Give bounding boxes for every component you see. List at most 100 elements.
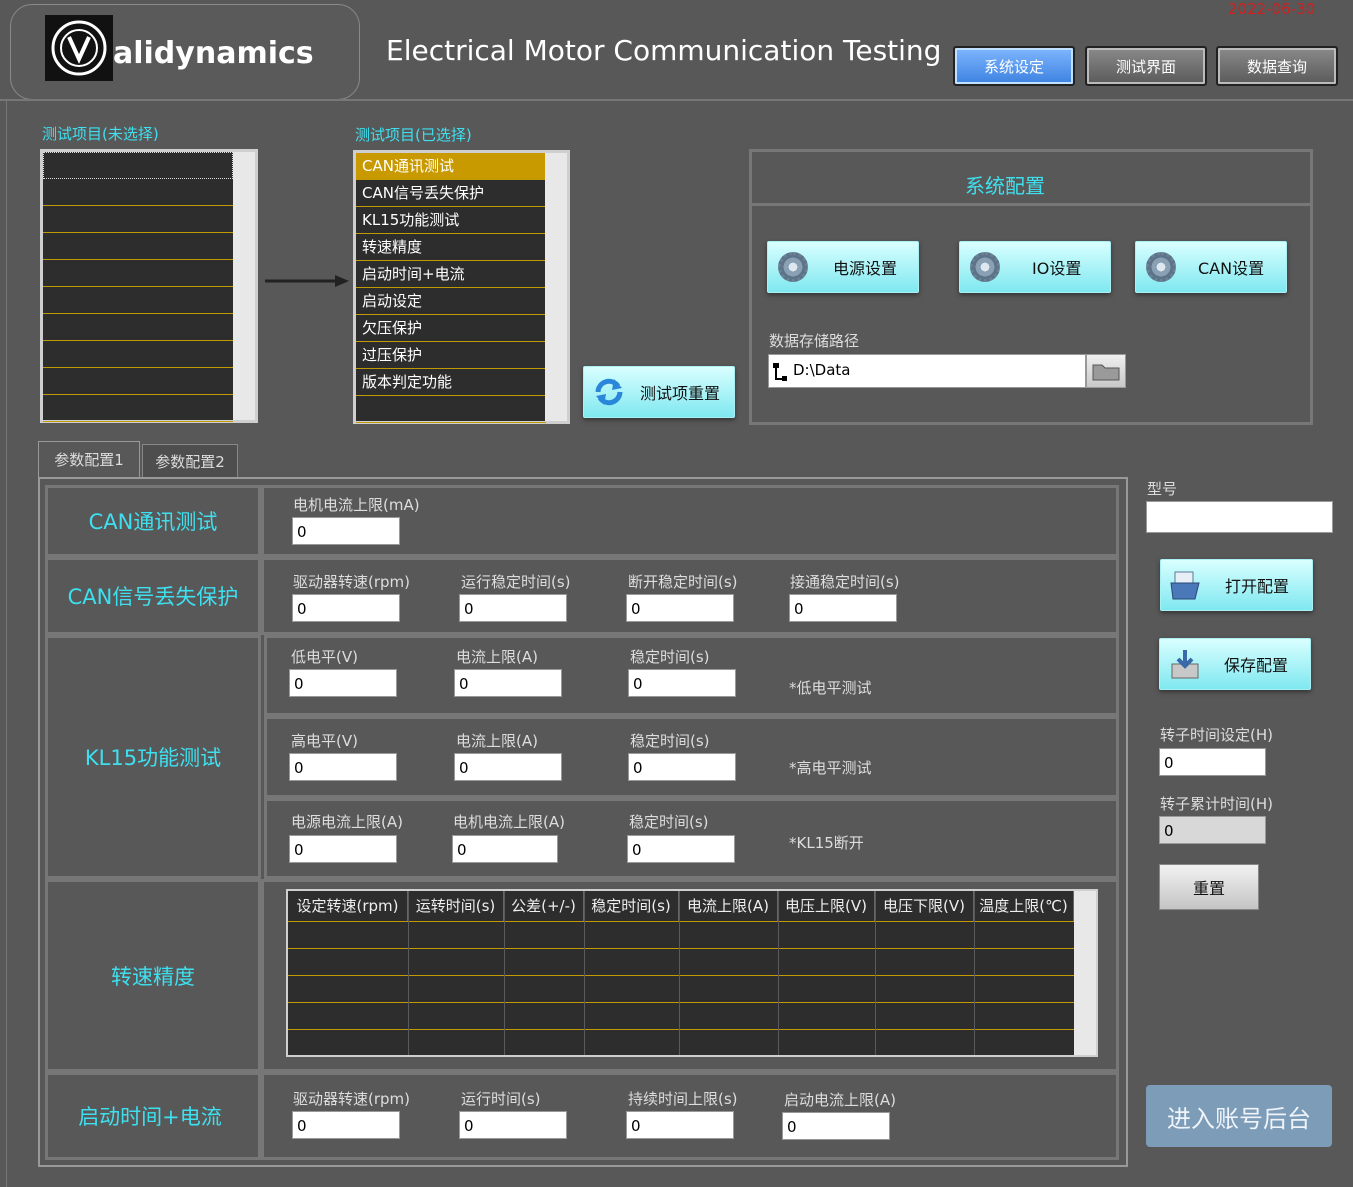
table-header: 温度上限(℃) <box>974 891 1074 921</box>
motor-current-label: 电机电流上限(mA) <box>293 496 420 514</box>
refresh-icon <box>595 378 623 406</box>
low-stable-time-input[interactable]: 0 <box>628 669 736 697</box>
rotor-time-input[interactable]: 0 <box>1159 748 1266 776</box>
system-config-title: 系统配置 <box>965 174 1045 198</box>
startup-title: 启动时间+电流 <box>78 1105 222 1129</box>
list-item[interactable]: 启动时间+电流 <box>356 261 546 288</box>
model-label: 型号 <box>1147 480 1178 498</box>
system-config-divider <box>752 203 1310 206</box>
nav-system-settings-button[interactable]: 系统设定 <box>953 46 1075 86</box>
list-item[interactable] <box>356 396 546 423</box>
startup-current-limit-input[interactable]: 0 <box>782 1112 890 1140</box>
unselected-list-scrollbar[interactable] <box>233 152 255 420</box>
list-item[interactable]: 版本判定功能 <box>356 369 546 396</box>
list-item[interactable] <box>43 206 233 233</box>
table-header: 电压下限(V) <box>875 891 974 921</box>
run-stable-time-input[interactable]: 0 <box>459 594 567 622</box>
motor-current-input[interactable]: 0 <box>292 517 400 545</box>
list-item[interactable]: CAN通讯测试 <box>356 153 546 180</box>
kl15-off-note: *KL15断开 <box>789 834 864 852</box>
power-current-limit-label: 电源电流上限(A) <box>291 813 403 831</box>
io-settings-button[interactable]: IO设置 <box>959 241 1111 293</box>
high-level-input[interactable]: 0 <box>289 753 397 781</box>
high-level-label: 高电平(V) <box>291 732 358 750</box>
high-stable-time-label: 稳定时间(s) <box>630 732 710 750</box>
unselected-list[interactable] <box>40 149 258 423</box>
list-item[interactable] <box>43 233 233 260</box>
reset-button[interactable]: 重置 <box>1159 864 1259 910</box>
io-settings-label: IO设置 <box>1032 259 1082 278</box>
browse-folder-button[interactable] <box>1086 354 1126 388</box>
low-stable-time-label: 稳定时间(s) <box>630 648 710 666</box>
table-header: 公差(+/-) <box>504 891 584 921</box>
list-item[interactable]: 欠压保护 <box>356 315 546 342</box>
tab-param-config-2[interactable]: 参数配置2 <box>142 444 238 477</box>
arrow-right-icon <box>265 275 349 287</box>
startup-driver-speed-label: 驱动器转速(rpm) <box>293 1090 411 1108</box>
high-current-limit-label: 电流上限(A) <box>456 732 538 750</box>
power-settings-label: 电源设置 <box>833 259 898 278</box>
connect-stable-time-label: 接通稳定时间(s) <box>790 573 900 591</box>
startup-current-limit-label: 启动电流上限(A) <box>784 1091 896 1109</box>
list-item[interactable] <box>43 179 233 206</box>
list-item[interactable]: CAN信号丢失保护 <box>356 180 546 207</box>
low-current-limit-input[interactable]: 0 <box>454 669 562 697</box>
list-item[interactable] <box>43 341 233 368</box>
account-backend-button[interactable]: 进入账号后台 <box>1146 1085 1332 1147</box>
driver-speed-input[interactable]: 0 <box>292 594 400 622</box>
speed-table[interactable]: 设定转速(rpm) 运转时间(s) 公差(+/-) 稳定时间(s) 电流上限(A… <box>286 889 1098 1057</box>
tab-param-config-1[interactable]: 参数配置1 <box>38 441 140 477</box>
list-item[interactable]: KL15功能测试 <box>356 207 546 234</box>
duration-limit-input[interactable]: 0 <box>626 1111 734 1139</box>
can-settings-button[interactable]: CAN设置 <box>1135 241 1287 293</box>
column-divider <box>584 891 585 1055</box>
selected-list[interactable]: CAN通讯测试 CAN信号丢失保护 KL15功能测试 转速精度 启动时间+电流 … <box>353 150 570 424</box>
list-item[interactable] <box>43 287 233 314</box>
list-item[interactable]: 转速精度 <box>356 234 546 261</box>
list-item[interactable]: 启动设定 <box>356 288 546 315</box>
high-stable-time-input[interactable]: 0 <box>628 753 736 781</box>
list-item[interactable] <box>43 368 233 395</box>
low-level-input[interactable]: 0 <box>289 669 397 697</box>
power-current-limit-input[interactable]: 0 <box>289 835 397 863</box>
table-row <box>288 1002 1074 1003</box>
data-path-input[interactable]: D:\Data <box>768 354 1086 388</box>
low-current-limit-label: 电流上限(A) <box>456 648 538 666</box>
power-settings-button[interactable]: 电源设置 <box>767 241 919 293</box>
table-header: 电流上限(A) <box>679 891 778 921</box>
list-item[interactable] <box>43 314 233 341</box>
reset-test-items-button[interactable]: 测试项重置 <box>583 366 735 418</box>
connect-stable-time-input[interactable]: 0 <box>789 594 897 622</box>
open-config-button[interactable]: 打开配置 <box>1160 559 1313 611</box>
logo-mark-icon <box>45 15 113 81</box>
startup-driver-speed-input[interactable]: 0 <box>292 1111 400 1139</box>
table-row <box>288 948 1074 949</box>
high-current-limit-input[interactable]: 0 <box>454 753 562 781</box>
list-item[interactable] <box>43 152 233 179</box>
off-stable-time-input[interactable]: 0 <box>627 835 735 863</box>
nav-test-interface-button[interactable]: 测试界面 <box>1085 46 1207 86</box>
selected-list-scrollbar[interactable] <box>545 153 567 421</box>
rotor-time-label: 转子时间设定(H) <box>1160 726 1273 744</box>
nav-data-query-button[interactable]: 数据查询 <box>1216 46 1338 86</box>
can-comm-title: CAN通讯测试 <box>88 510 218 534</box>
save-config-button[interactable]: 保存配置 <box>1159 638 1311 690</box>
motor-current-limit-input[interactable]: 0 <box>452 835 558 863</box>
gear-icon <box>1146 252 1176 282</box>
save-config-label: 保存配置 <box>1224 656 1289 675</box>
folder-icon <box>1092 364 1120 381</box>
speed-table-scrollbar[interactable] <box>1074 891 1096 1055</box>
list-item[interactable] <box>43 260 233 287</box>
column-divider <box>875 891 876 1055</box>
can-settings-label: CAN设置 <box>1198 259 1265 278</box>
list-item[interactable] <box>43 395 233 422</box>
data-path-value: D:\Data <box>793 361 851 379</box>
open-config-label: 打开配置 <box>1225 577 1290 596</box>
column-divider <box>408 891 409 1055</box>
column-divider <box>679 891 680 1055</box>
model-input[interactable] <box>1146 501 1333 533</box>
low-level-note: *低电平测试 <box>789 679 872 697</box>
list-item[interactable]: 过压保护 <box>356 342 546 369</box>
run-time-input[interactable]: 0 <box>459 1111 567 1139</box>
disconnect-stable-time-input[interactable]: 0 <box>626 594 734 622</box>
